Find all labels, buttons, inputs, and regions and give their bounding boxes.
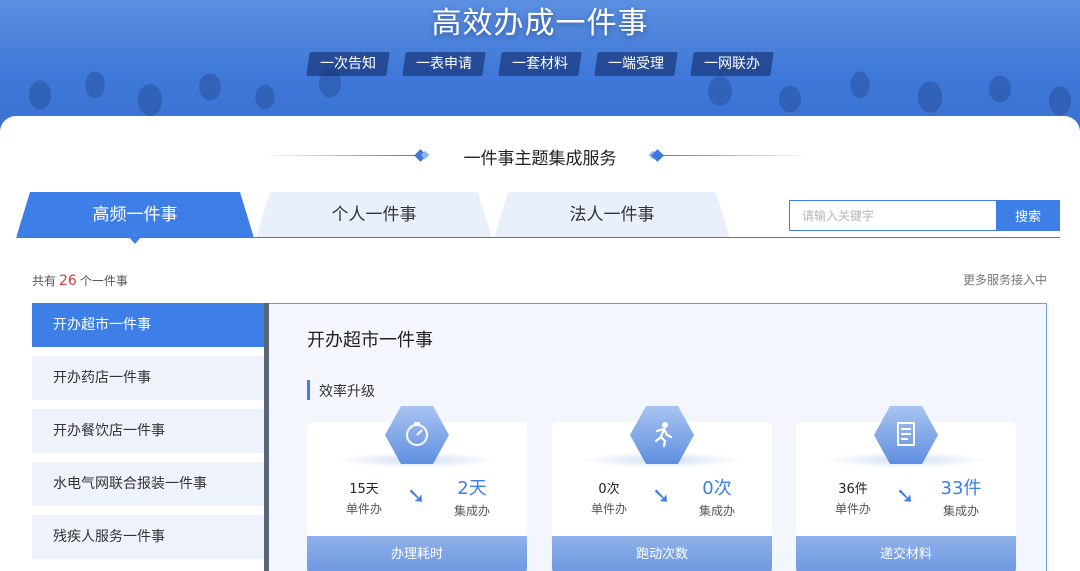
service-item-pharmacy[interactable]: 开办药店一件事 (32, 356, 268, 400)
integrated-handling: 0次 集成办 (692, 474, 742, 519)
stat-card-materials: 36件 单件办 ➘ 33件 集成办 递交材料 (796, 406, 1016, 571)
hero-pill: 一端受理 (594, 52, 678, 76)
single-value: 36件 (838, 482, 868, 497)
arrow-down-right-icon: ➘ (896, 484, 915, 509)
search-button[interactable]: 搜索 (996, 200, 1060, 231)
tabs-underline (16, 237, 1060, 238)
tab-label: 法人一件事 (569, 205, 655, 225)
stopwatch-icon (385, 406, 449, 464)
stat-footer: 递交材料 (796, 536, 1016, 571)
count-number: 26 (59, 273, 77, 289)
tab-high-frequency[interactable]: 高频一件事 (16, 192, 254, 244)
hero-pill-label: 一端受理 (608, 56, 664, 72)
tab-label: 高频一件事 (92, 205, 178, 225)
integrated-handling: 33件 集成办 (936, 474, 986, 519)
more-services-note: 更多服务接入中 (962, 273, 1047, 287)
single-handling: 0次 单件办 (588, 478, 630, 517)
hero-title: 高效办成一件事 (431, 6, 649, 41)
single-label: 单件办 (345, 502, 382, 516)
hero-pill-label: 一表申请 (416, 56, 472, 72)
hero-pill-row: 一次告知 一表申请 一套材料 一端受理 一网联办 (0, 52, 1080, 76)
hero-pill-label: 一套材料 (512, 56, 568, 72)
single-handling: 36件 单件办 (832, 478, 874, 517)
subtitle-accent-bar (307, 380, 310, 400)
service-item-utilities[interactable]: 水电气网联合报装一件事 (32, 462, 268, 506)
single-label: 单件办 (834, 502, 871, 516)
title-decoration-line-right (658, 155, 810, 156)
detail-title: 开办超市一件事 (307, 330, 433, 351)
search-input[interactable] (789, 200, 996, 231)
integrated-label: 集成办 (942, 504, 979, 518)
hero-pill: 一套材料 (498, 52, 582, 76)
tab-personal[interactable]: 个人一件事 (256, 192, 492, 238)
count-suffix: 个一件事 (79, 274, 128, 288)
hero-pill-label: 一次告知 (320, 56, 376, 72)
document-icon (874, 406, 938, 464)
hero-pill-label: 一网联办 (704, 56, 760, 72)
arrow-down-right-icon: ➘ (652, 484, 671, 509)
single-value: 15天 (349, 482, 379, 497)
active-tab-pointer (129, 237, 141, 244)
arrow-down-right-icon: ➘ (407, 484, 426, 509)
integrated-value: 33件 (940, 478, 982, 499)
stat-card-processing-time: 15天 单件办 ➘ 2天 集成办 办理耗时 (307, 406, 527, 571)
integrated-value: 2天 (457, 478, 487, 499)
service-item-supermarket[interactable]: 开办超市一件事 (32, 303, 268, 347)
hero-pill: 一表申请 (402, 52, 486, 76)
stat-card-trips: 0次 单件办 ➘ 0次 集成办 跑动次数 (552, 406, 772, 571)
item-count: 共有 26 个一件事 (32, 272, 128, 289)
service-item-disability[interactable]: 残疾人服务一件事 (32, 515, 268, 559)
section-title: 一件事主题集成服务 (463, 149, 617, 169)
count-prefix: 共有 (32, 274, 57, 288)
integrated-label: 集成办 (453, 504, 490, 518)
hero-pill: 一次告知 (306, 52, 390, 76)
service-item-restaurant[interactable]: 开办餐饮店一件事 (32, 409, 268, 453)
service-list: 开办超市一件事 开办药店一件事 开办餐饮店一件事 水电气网联合报装一件事 残疾人… (32, 303, 268, 568)
stat-footer: 跑动次数 (552, 536, 772, 571)
integrated-value: 0次 (702, 478, 732, 499)
integrated-handling: 2天 集成办 (447, 474, 497, 519)
hero-banner: 高效办成一件事 一次告知 一表申请 一套材料 一端受理 一网联办 (0, 0, 1080, 135)
stat-footer: 办理耗时 (307, 536, 527, 571)
hero-pill: 一网联办 (690, 52, 774, 76)
search-bar: 搜索 (789, 200, 1060, 231)
tab-legal-entity[interactable]: 法人一件事 (494, 192, 730, 238)
detail-panel: 开办超市一件事 效率升级 15天 单件办 ➘ 2天 集成办 办理耗时 0次 单件… (269, 303, 1047, 571)
single-value: 0次 (598, 482, 620, 497)
single-label: 单件办 (590, 502, 627, 516)
tab-label: 个人一件事 (331, 205, 417, 225)
single-handling: 15天 单件办 (343, 478, 385, 517)
detail-subtitle: 效率升级 (319, 384, 375, 400)
running-person-icon (630, 406, 694, 464)
integrated-label: 集成办 (698, 504, 735, 518)
